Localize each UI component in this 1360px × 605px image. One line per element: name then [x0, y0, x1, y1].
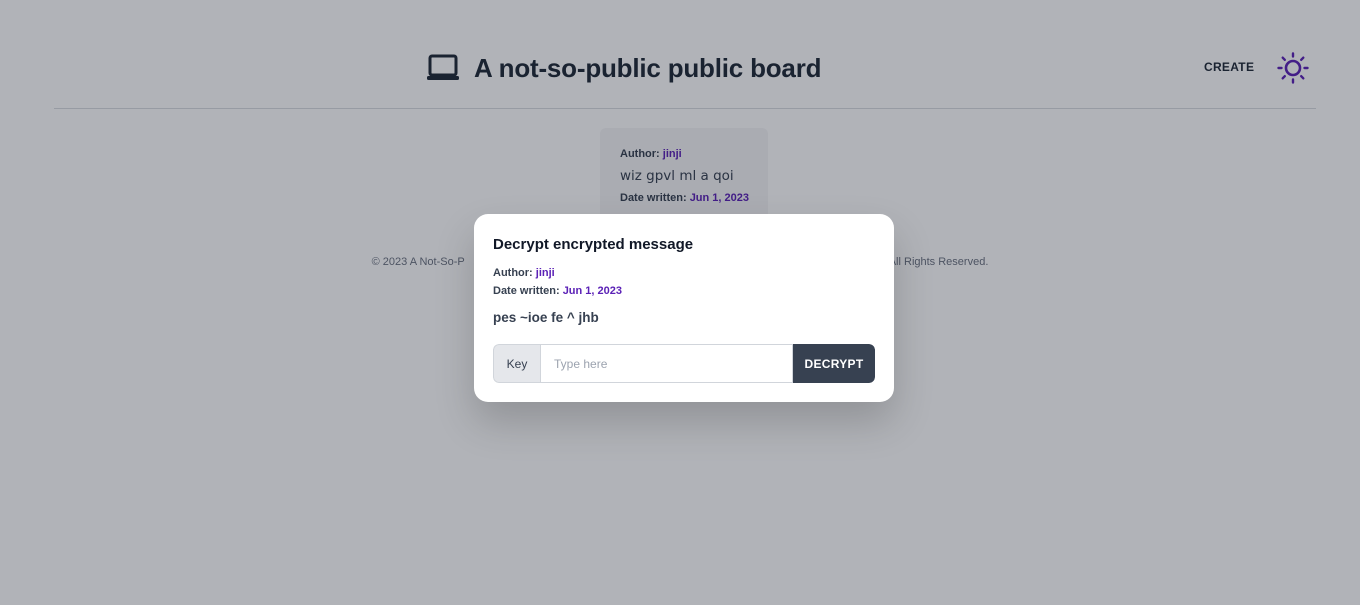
modal-date-value: Jun 1, 2023	[562, 285, 623, 297]
page: A not-so-public public board CREATE Auth…	[0, 0, 1360, 605]
modal-date: Date written: Jun 1, 2023	[493, 285, 874, 297]
key-input[interactable]	[540, 344, 793, 383]
key-input-group: Key DECRYPT	[493, 344, 875, 383]
modal-author-name: jinji	[535, 267, 555, 279]
key-label: Key	[493, 344, 540, 383]
modal-author: Author: jinji	[493, 267, 874, 279]
modal-date-label: Date written:	[493, 285, 560, 297]
decrypt-button[interactable]: DECRYPT	[793, 344, 875, 383]
decrypt-modal: Decrypt encrypted message Author: jinji …	[474, 214, 894, 402]
cipher-text: pes ~ioe fe ^ jhb	[493, 310, 599, 325]
modal-title: Decrypt encrypted message	[493, 236, 694, 253]
modal-author-label: Author:	[493, 267, 533, 279]
